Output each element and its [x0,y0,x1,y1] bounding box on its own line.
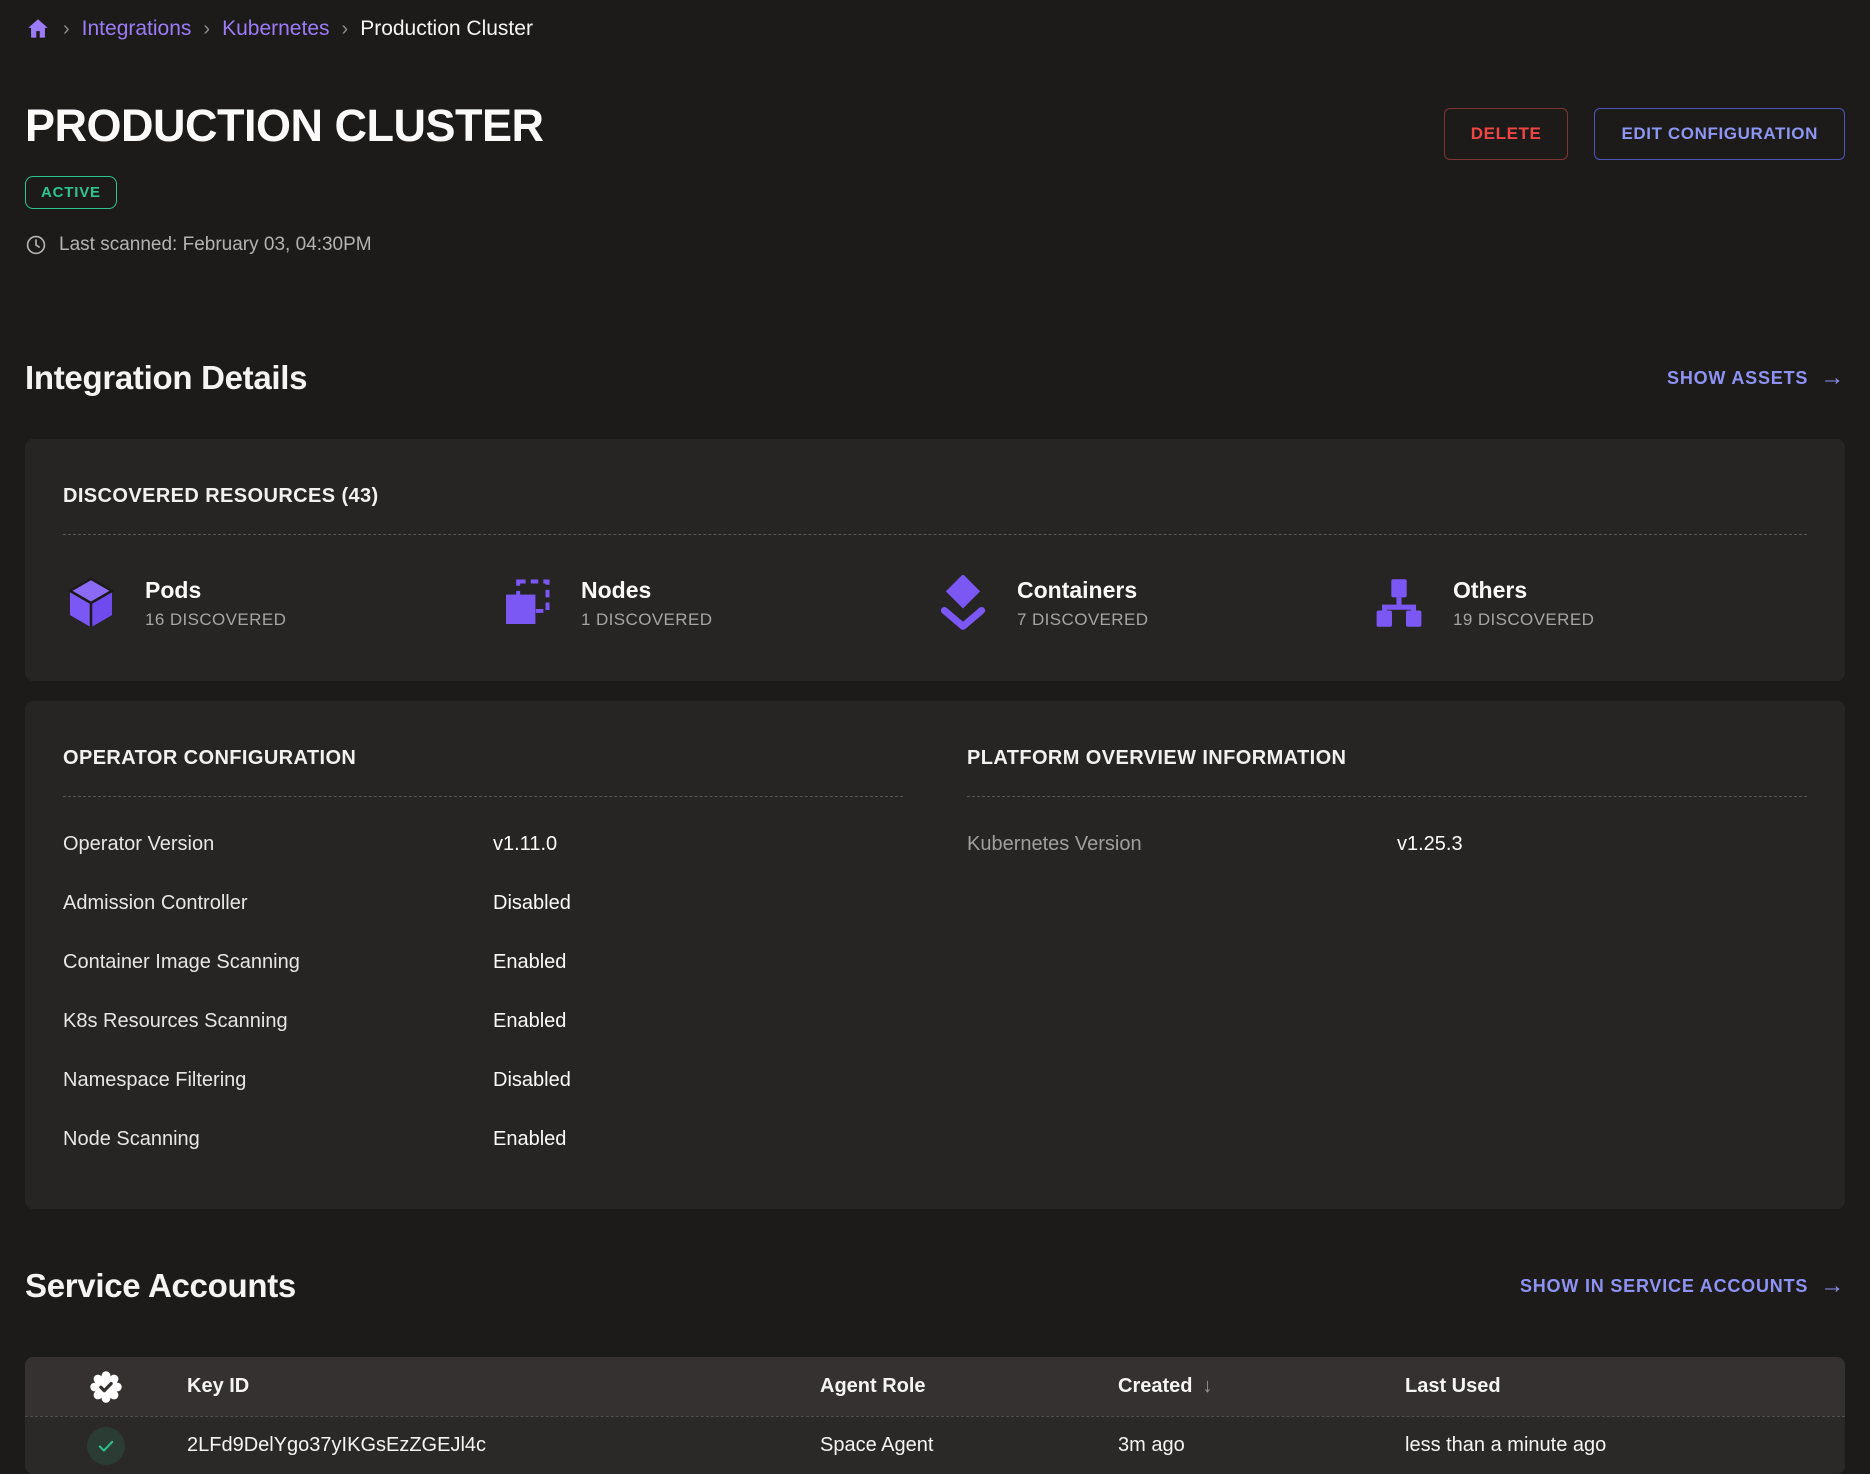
config-value: Enabled [493,1010,903,1033]
config-row: Admission Controller Disabled [63,892,903,915]
breadcrumb-kubernetes[interactable]: Kubernetes [222,17,329,41]
resource-count: 19 DISCOVERED [1453,610,1594,630]
active-check-icon [87,1427,125,1465]
delete-button[interactable]: DELETE [1444,108,1569,160]
config-value: Enabled [493,951,903,974]
config-label: Node Scanning [63,1128,493,1151]
cell-key-id: 2LFd9DelYgo37yIKGsEzZGEJl4c [187,1434,820,1457]
arrow-right-icon: → [1820,364,1845,392]
resource-name: Pods [145,577,286,604]
config-row: Kubernetes Version v1.25.3 [967,833,1807,856]
pods-cube-icon [63,575,119,631]
resource-others: Others 19 DISCOVERED [1371,575,1807,631]
resource-nodes: Nodes 1 DISCOVERED [499,575,935,631]
breadcrumb: › Integrations › Kubernetes › Production… [25,0,1845,42]
configuration-card: OPERATOR CONFIGURATION Operator Version … [25,701,1845,1209]
resource-name: Containers [1017,577,1148,604]
column-header-created[interactable]: Created ↓ [1118,1375,1405,1398]
breadcrumb-integrations[interactable]: Integrations [82,17,192,41]
status-badge: ACTIVE [25,176,117,209]
page: › Integrations › Kubernetes › Production… [0,0,1870,1474]
resource-row: Pods 16 DISCOVERED Nodes 1 DISCOVERED [63,575,1807,641]
cell-last-used: less than a minute ago [1405,1434,1845,1457]
resource-pods: Pods 16 DISCOVERED [63,575,499,631]
show-in-service-accounts-label: SHOW IN SERVICE ACCOUNTS [1520,1276,1808,1297]
platform-overview-title: PLATFORM OVERVIEW INFORMATION [967,733,1807,770]
integration-details-title: Integration Details [25,359,307,397]
breadcrumb-separator: › [203,18,210,41]
resource-name: Nodes [581,577,712,604]
containers-layers-icon [935,575,991,631]
platform-overview-panel: PLATFORM OVERVIEW INFORMATION Kubernetes… [967,733,1807,1151]
resource-containers: Containers 7 DISCOVERED [935,575,1371,631]
operator-configuration-title: OPERATOR CONFIGURATION [63,733,903,770]
resource-count: 16 DISCOVERED [145,610,286,630]
cell-created: 3m ago [1118,1434,1405,1457]
config-value: Disabled [493,1069,903,1092]
divider [63,534,1807,535]
config-row: Node Scanning Enabled [63,1128,903,1151]
column-header-agent-role[interactable]: Agent Role [820,1375,1118,1398]
page-title: PRODUCTION CLUSTER [25,100,544,152]
service-accounts-table: Key ID Agent Role Created ↓ Last Used 2L… [25,1357,1845,1474]
config-value: Disabled [493,892,903,915]
config-label: K8s Resources Scanning [63,1010,493,1033]
config-row: Namespace Filtering Disabled [63,1069,903,1092]
verified-badge-icon [25,1370,187,1404]
config-label: Kubernetes Version [967,833,1397,856]
config-row: Operator Version v1.11.0 [63,833,903,856]
last-scanned: Last scanned: February 03, 04:30PM [25,234,1845,256]
discovered-resources-title: DISCOVERED RESOURCES (43) [63,471,1807,508]
breadcrumb-separator: › [63,18,70,41]
config-value: v1.11.0 [493,833,903,856]
home-icon[interactable] [25,16,51,42]
page-header: PRODUCTION CLUSTER DELETE EDIT CONFIGURA… [25,100,1845,160]
resource-count: 1 DISCOVERED [581,610,712,630]
others-hierarchy-icon [1371,575,1427,631]
created-label: Created [1118,1375,1192,1398]
config-label: Admission Controller [63,892,493,915]
config-value: Enabled [493,1128,903,1151]
edit-configuration-button[interactable]: EDIT CONFIGURATION [1594,108,1845,160]
service-accounts-header: Service Accounts SHOW IN SERVICE ACCOUNT… [25,1267,1845,1305]
operator-configuration-panel: OPERATOR CONFIGURATION Operator Version … [63,733,903,1151]
header-actions: DELETE EDIT CONFIGURATION [1444,108,1845,160]
show-assets-label: SHOW ASSETS [1667,368,1808,389]
integration-details-header: Integration Details SHOW ASSETS → [25,359,1845,397]
show-assets-link[interactable]: SHOW ASSETS → [1667,364,1845,392]
arrow-right-icon: → [1820,1272,1845,1300]
show-in-service-accounts-link[interactable]: SHOW IN SERVICE ACCOUNTS → [1520,1272,1845,1300]
discovered-resources-card: DISCOVERED RESOURCES (43) Pods 16 DISCOV… [25,439,1845,681]
config-label: Operator Version [63,833,493,856]
last-scanned-text: Last scanned: February 03, 04:30PM [59,234,372,256]
resource-name: Others [1453,577,1594,604]
sort-descending-icon: ↓ [1202,1375,1212,1398]
column-header-last-used[interactable]: Last Used [1405,1375,1845,1398]
config-value: v1.25.3 [1397,833,1807,856]
breadcrumb-separator: › [342,18,349,41]
resource-count: 7 DISCOVERED [1017,610,1148,630]
nodes-squares-icon [499,575,555,631]
divider [63,796,903,797]
service-accounts-title: Service Accounts [25,1267,296,1305]
table-header-row: Key ID Agent Role Created ↓ Last Used [25,1357,1845,1416]
cell-agent-role: Space Agent [820,1434,1118,1457]
config-label: Container Image Scanning [63,951,493,974]
breadcrumb-current: Production Cluster [360,17,533,41]
clock-icon [25,234,47,256]
divider [967,796,1807,797]
config-row: Container Image Scanning Enabled [63,951,903,974]
config-label: Namespace Filtering [63,1069,493,1092]
config-row: K8s Resources Scanning Enabled [63,1010,903,1033]
table-row[interactable]: 2LFd9DelYgo37yIKGsEzZGEJl4c Space Agent … [25,1416,1845,1474]
column-header-key-id[interactable]: Key ID [187,1375,820,1398]
